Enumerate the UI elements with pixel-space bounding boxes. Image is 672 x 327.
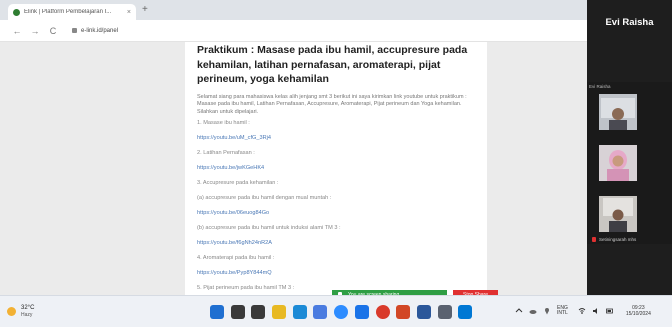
site-favicon-icon xyxy=(13,8,20,16)
participant-tile[interactable]: Setiningsarah mhs xyxy=(587,184,672,244)
youtube-link[interactable]: https://youtu.be/Pyp8Y844mQ xyxy=(197,266,475,281)
zoom-icon[interactable] xyxy=(334,305,349,319)
language-indicator[interactable]: ENG INTL xyxy=(557,305,568,317)
wifi-icon[interactable] xyxy=(578,307,586,315)
weather-temperature: 32°C xyxy=(21,305,35,311)
clock-date: 15/10/2024 xyxy=(625,311,651,317)
store-icon[interactable] xyxy=(313,305,328,319)
youtube-link[interactable]: https://youtu.be/06euog84Go xyxy=(197,206,475,221)
battery-icon[interactable] xyxy=(605,307,614,315)
new-tab-icon[interactable]: + xyxy=(142,4,148,16)
forward-icon[interactable]: → xyxy=(28,26,42,36)
browser-toolbar: ← → C e-link.id/panel xyxy=(0,20,587,42)
start-icon[interactable] xyxy=(210,305,224,319)
mic-muted-icon xyxy=(592,237,596,242)
weather-condition: Hazy xyxy=(21,312,33,318)
participant-name: Setiningsarah mhs xyxy=(599,237,637,242)
list-item: (b) accupresure pada ibu hamil untuk ind… xyxy=(197,225,341,231)
search-icon[interactable] xyxy=(230,305,245,319)
cloud-icon[interactable] xyxy=(529,307,537,315)
reload-icon[interactable]: C xyxy=(46,26,60,36)
page-title: Praktikum : Masase pada ibu hamil, accup… xyxy=(197,44,468,85)
intro-text: Selamat siang para mahasiswa kelas alih … xyxy=(197,93,467,115)
photos-icon[interactable] xyxy=(458,305,473,319)
participant-video-icon xyxy=(599,196,637,232)
participant-label: Setiningsarah mhs xyxy=(592,237,636,242)
edge-icon[interactable] xyxy=(292,305,307,319)
lock-icon xyxy=(72,28,77,33)
task-view-icon[interactable] xyxy=(251,305,266,319)
file-explorer-icon[interactable] xyxy=(272,305,287,319)
tab-title: Elink | Platform Pembelajaran I... xyxy=(24,9,112,15)
back-icon[interactable]: ← xyxy=(10,26,24,36)
volume-icon[interactable] xyxy=(592,307,600,315)
list-item: 1. Masase ibu hamil : xyxy=(197,120,250,126)
taskbar-apps xyxy=(210,305,479,319)
content-list: 1. Masase ibu hamil : https://youtu.be/uM… xyxy=(197,116,475,295)
address-bar[interactable]: e-link.id/panel xyxy=(72,28,118,34)
url-text: e-link.id/panel xyxy=(81,27,119,34)
taskbar: 32°C Hazy ENG INTL 09:23 15/10/2024 xyxy=(0,295,672,327)
mail-icon[interactable] xyxy=(354,305,369,319)
youtube-link[interactable]: https://youtu.be/f6gNh24nR2A xyxy=(197,236,475,251)
meeting-panel: Evi Raisha Evi Raisha Ma Fanda Barokah n… xyxy=(587,0,672,295)
list-item: 2. Latihan Pernafasan : xyxy=(197,150,255,156)
host-name: Evi Raisha xyxy=(605,17,654,28)
list-item: 4. Aromaterapi pada ibu hamil : xyxy=(197,255,275,261)
word-icon[interactable] xyxy=(416,305,431,319)
list-item: (a) accupresure pada ibu hamil dengan mu… xyxy=(197,195,332,201)
browser-tab[interactable]: Elink | Platform Pembelajaran I... × xyxy=(8,4,136,20)
sun-icon xyxy=(7,307,16,316)
clock[interactable]: 09:23 15/10/2024 xyxy=(626,305,651,317)
participant-video-icon xyxy=(599,145,637,181)
chrome-icon[interactable] xyxy=(375,305,390,319)
weather-widget[interactable]: 32°C Hazy xyxy=(7,305,34,318)
youtube-link[interactable]: https://youtu.be/uM_cfG_3Rj4 xyxy=(197,131,475,146)
youtube-link[interactable]: https://youtu.be/jwKGeHK4 xyxy=(197,161,475,176)
page-background: Praktikum : Masase pada ibu hamil, accup… xyxy=(0,42,587,295)
content-card: Praktikum : Masase pada ibu hamil, accup… xyxy=(185,42,487,295)
system-tray: ENG INTL 09:23 15/10/2024 xyxy=(515,305,651,317)
office-icon[interactable] xyxy=(396,305,411,319)
keyboard-layout: INTL xyxy=(557,310,568,316)
screen: Elink | Platform Pembelajaran I... × + ←… xyxy=(0,0,672,327)
close-tab-icon[interactable]: × xyxy=(127,9,131,16)
location-icon[interactable] xyxy=(543,307,551,315)
settings-icon[interactable] xyxy=(437,305,452,319)
participant-tag: Evi Raisha xyxy=(589,84,611,89)
participant-video-icon xyxy=(599,94,637,130)
browser-tab-bar: Elink | Platform Pembelajaran I... × + xyxy=(0,0,587,20)
list-item: 3. Accupresure pada kehamilan : xyxy=(197,180,279,186)
chevron-up-icon[interactable] xyxy=(515,307,523,315)
